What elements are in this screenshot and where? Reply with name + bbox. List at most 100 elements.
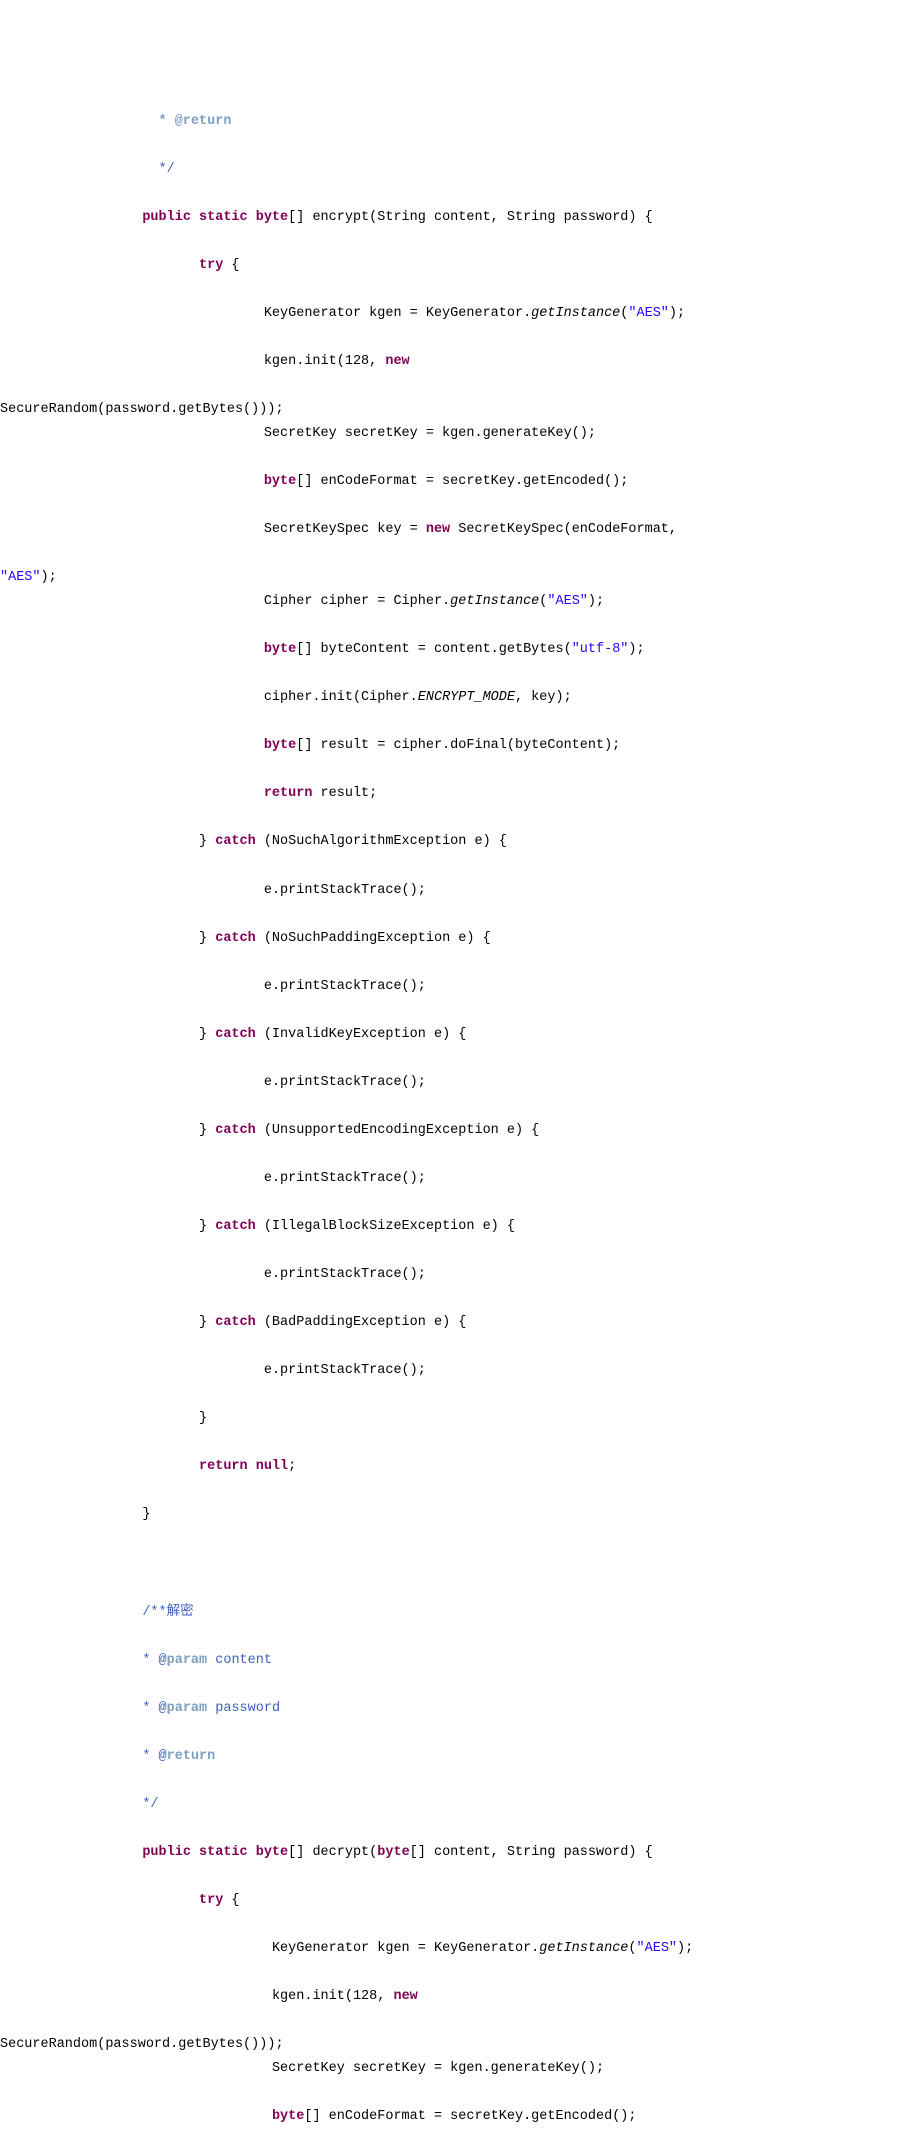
code-line: * @param content [118, 1649, 920, 1673]
return-keyword: return [264, 786, 313, 801]
code-line: e.printStackTrace(); [118, 1359, 920, 1383]
doc-comment-start: /** [142, 1605, 166, 1620]
brace: } [199, 834, 215, 849]
stmt: result; [312, 786, 377, 801]
catch-keyword: catch [215, 834, 256, 849]
string-literal: "AES" [637, 1941, 678, 1956]
doc-comment-end: */ [118, 162, 175, 177]
stmt: e.printStackTrace(); [264, 1075, 426, 1090]
param-name: content [207, 1653, 272, 1668]
doc-comment-end: */ [142, 1797, 158, 1812]
code-line: byte[] byteContent = content.getBytes("u… [118, 638, 920, 662]
brace: { [223, 1893, 239, 1908]
code-line: } [118, 1503, 920, 1527]
code-line: e.printStackTrace(); [118, 975, 920, 999]
stmt: [] enCodeFormat = secretKey.getEncoded()… [296, 474, 628, 489]
stmt: Cipher cipher = Cipher. [264, 594, 450, 609]
param-name: password [207, 1701, 280, 1716]
byte-keyword: byte [264, 642, 296, 657]
stmt: SecretKeySpec(enCodeFormat, [450, 522, 685, 537]
stmt: kgen.init(128, [272, 1989, 394, 2004]
static-call: getInstance [450, 594, 539, 609]
code-line: } catch (UnsupportedEncodingException e)… [118, 1119, 920, 1143]
brace: } [199, 1315, 215, 1330]
doc-comment: * @return [118, 114, 231, 129]
stmt: SecretKey secretKey = kgen.generateKey()… [272, 2061, 604, 2076]
stmt: cipher.init(Cipher. [264, 690, 418, 705]
code-line: try { [118, 1889, 920, 1913]
code-line: KeyGenerator kgen = KeyGenerator.getInst… [118, 302, 920, 326]
doc-comment: * @ [142, 1749, 166, 1764]
try-keyword: try [199, 258, 223, 273]
stmt: KeyGenerator kgen = KeyGenerator. [264, 306, 531, 321]
catch-keyword: catch [215, 1123, 256, 1138]
code-block: SecretKey secretKey = kgen.generateKey()… [0, 422, 920, 566]
code-line: } catch (NoSuchPaddingException e) { [118, 927, 920, 951]
code-block: SecretKey secretKey = kgen.generateKey()… [0, 2057, 920, 2153]
code-line: } catch (InvalidKeyException e) { [118, 1023, 920, 1047]
code-line: SecretKey secretKey = kgen.generateKey()… [118, 2057, 920, 2081]
doc-comment-cjk: 解密 [167, 1603, 194, 1618]
method-sig: [] encrypt(String content, String passwo… [288, 210, 653, 225]
brace: { [223, 258, 239, 273]
code-line: Cipher cipher = Cipher.getInstance("AES"… [118, 590, 920, 614]
stmt: e.printStackTrace(); [264, 1171, 426, 1186]
param-tag: param [167, 1653, 208, 1668]
string-literal: "utf-8" [572, 642, 629, 657]
byte-keyword: byte [264, 738, 296, 753]
string-literal: "AES" [628, 306, 669, 321]
byte-keyword: byte [272, 2109, 304, 2124]
code-line: } catch (BadPaddingException e) { [118, 1311, 920, 1335]
code-line: } catch (IllegalBlockSizeException e) { [118, 1215, 920, 1239]
catch-clause: (BadPaddingException e) { [256, 1315, 467, 1330]
code-line: SecretKeySpec key = new SecretKeySpec(en… [118, 518, 920, 542]
brace: } [142, 1507, 150, 1522]
method-decl: public static byte [142, 1845, 288, 1860]
code-line: e.printStackTrace(); [118, 1071, 920, 1095]
stmt: e.printStackTrace(); [264, 883, 426, 898]
code-line: } [118, 1407, 920, 1431]
stmt-end: ); [41, 570, 57, 585]
doc-comment: * @ [142, 1701, 166, 1716]
byte-keyword: byte [377, 1845, 409, 1860]
stmt: e.printStackTrace(); [264, 1267, 426, 1282]
stmt: SecretKey secretKey = kgen.generateKey()… [264, 426, 596, 441]
catch-clause: (NoSuchAlgorithmException e) { [256, 834, 507, 849]
wrapped-line: SecureRandom(password.getBytes())); [118, 2033, 920, 2057]
stmt: SecretKeySpec key = [264, 522, 426, 537]
return-null: return null [199, 1459, 288, 1474]
code-line: e.printStackTrace(); [118, 1167, 920, 1191]
code-block: Cipher cipher = Cipher.getInstance ("AES"… [0, 590, 920, 2033]
stmt-end: ); [669, 306, 685, 321]
stmt-end: ); [677, 1941, 693, 1956]
code-line: public static byte[] decrypt(byte[] cont… [118, 1841, 920, 1865]
code-line: try { [118, 254, 920, 278]
brace: } [199, 931, 215, 946]
code-line: return result; [118, 782, 920, 806]
code-line: /**解密 [118, 1599, 920, 1625]
method-sig: [] content, String password) { [410, 1845, 653, 1860]
stmt: kgen.init(128, [264, 354, 386, 369]
code-line: * @param password [118, 1697, 920, 1721]
code-line: * @return [118, 1745, 920, 1769]
stmt: KeyGenerator kgen = KeyGenerator. [272, 1941, 539, 1956]
code-line: return null; [118, 1455, 920, 1479]
code-page: * @return */ public static byte[] encryp… [0, 0, 920, 2153]
new-keyword: new [426, 522, 450, 537]
param-tag: param [167, 1701, 208, 1716]
code-line: kgen.init(128, new [118, 1985, 920, 2009]
code-line: KeyGenerator kgen = KeyGenerator.getInst… [118, 1937, 920, 1961]
stmt-end: ; [288, 1459, 296, 1474]
paren: ( [628, 1941, 636, 1956]
blank-line [118, 1551, 920, 1575]
stmt: [] byteContent = content.getBytes( [296, 642, 571, 657]
try-keyword: try [199, 1893, 223, 1908]
code-block: * @return */ public static byte[] encryp… [0, 110, 920, 398]
doc-comment: * @ [142, 1653, 166, 1668]
stmt-end: ); [588, 594, 604, 609]
code-line: */ [118, 1793, 920, 1817]
wrapped-line: "AES"); [118, 566, 920, 590]
string-literal: "AES" [0, 570, 41, 585]
brace: } [199, 1123, 215, 1138]
code-line: byte[] result = cipher.doFinal(byteConte… [118, 734, 920, 758]
